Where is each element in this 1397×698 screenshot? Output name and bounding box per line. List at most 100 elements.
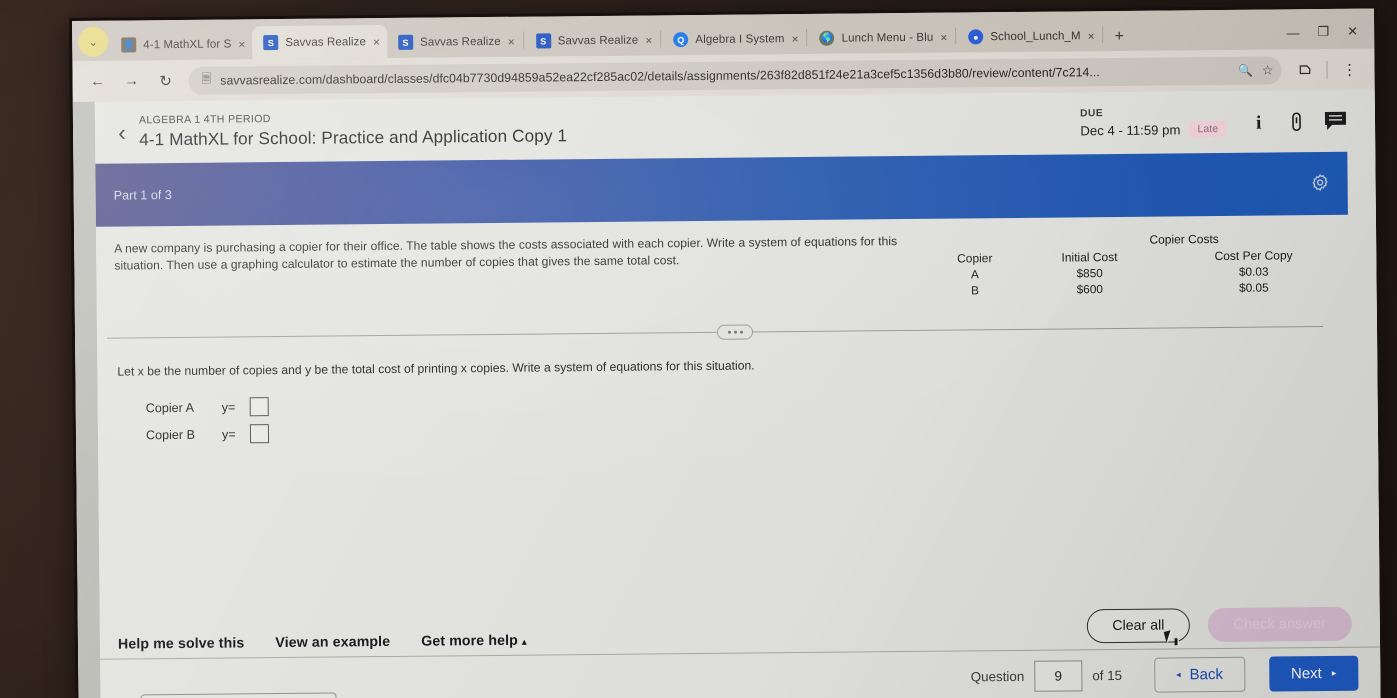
header-icons: i: [1252, 110, 1347, 132]
toolbar-divider: [1326, 60, 1328, 79]
extensions-icon[interactable]: [1287, 55, 1321, 85]
table-row: B $600 $0.05: [930, 279, 1349, 299]
bottom-partial-element: [140, 692, 337, 698]
close-icon[interactable]: ×: [645, 33, 652, 47]
table-cell: $600: [1076, 282, 1104, 297]
maximize-icon[interactable]: ❐: [1318, 24, 1330, 40]
answer-equals: y=: [221, 426, 236, 442]
tab-divider: [806, 28, 808, 46]
browser-tab-3[interactable]: S Savvas Realize ×: [525, 24, 660, 56]
part-banner: Part 1 of 3: [95, 151, 1348, 227]
help-me-solve-this-link[interactable]: Help me solve this: [118, 635, 245, 652]
assignment-app: ‹ ALGEBRA 1 4TH PERIOD 4-1 MathXL for Sc…: [94, 89, 1381, 698]
get-more-help-link[interactable]: Get more help ▴: [421, 633, 527, 650]
close-window-icon[interactable]: ✕: [1347, 24, 1358, 40]
savvas-icon: S: [397, 34, 414, 50]
question-navigation-bar: Question 9 of 15 ◂ Back Next ▸: [100, 646, 1381, 698]
answer-input-copier-a[interactable]: [249, 397, 269, 417]
status-badge: Late: [1189, 120, 1227, 138]
table-cell: $850: [1076, 266, 1103, 281]
browser-tab-4[interactable]: Q Algebra I System ×: [662, 23, 805, 55]
part-label: Part 1 of 3: [113, 187, 172, 203]
question-number-input[interactable]: 9: [1034, 660, 1083, 692]
back-button-label: Back: [1189, 665, 1224, 684]
chevron-up-icon: ▴: [521, 636, 527, 647]
browser-menu-icon[interactable]: ⋮: [1332, 54, 1366, 84]
minimize-icon[interactable]: —: [1287, 25, 1300, 40]
mathxl-icon: 👤: [121, 37, 137, 53]
tab-divider: [1102, 26, 1104, 44]
bookmark-star-icon[interactable]: ☆: [1262, 62, 1274, 78]
answer-fields: Copier A y= Copier B y=: [146, 387, 1350, 445]
address-bar-url: savvasrealize.com/dashboard/classes/dfc0…: [220, 64, 1100, 88]
browser-tab-6[interactable]: ● School_Lunch_M ×: [957, 20, 1102, 52]
back-chevron-icon[interactable]: ‹: [105, 119, 139, 146]
dot-icon: [727, 330, 731, 334]
address-bar[interactable]: 🗏 savvasrealize.com/dashboard/classes/df…: [188, 55, 1282, 95]
attachment-icon[interactable]: [1289, 111, 1304, 132]
question-total-label: of 15: [1092, 667, 1123, 684]
question-nav: Question 9 of 15 ◂ Back Next ▸: [970, 655, 1359, 695]
browser-tab-label: Savvas Realize: [557, 34, 639, 47]
search-icon[interactable]: 🔍: [1238, 63, 1253, 77]
tab-search-button[interactable]: ⌄: [78, 26, 109, 57]
answer-buttons: Clear all Check answer: [1087, 606, 1353, 644]
answer-row-copier-b: Copier B y=: [146, 414, 1350, 445]
table-cell: $0.03: [1238, 264, 1269, 279]
toolbar-right: ⋮: [1287, 54, 1366, 85]
divider-line: [107, 326, 1323, 339]
due-block: DUE Dec 4 - 11:59 pm Late: [1080, 107, 1227, 138]
question-body: A new company is purchasing a copier for…: [96, 214, 1378, 444]
question-prompt: A new company is purchasing a copier for…: [114, 234, 898, 273]
reload-icon[interactable]: ↻: [148, 65, 182, 95]
tab-divider: [660, 30, 662, 48]
browser-tab-label: Algebra I System: [695, 32, 785, 46]
page-info-icon[interactable]: 🗏: [201, 70, 211, 91]
table-header-initial-cost: Initial Cost: [1061, 249, 1118, 265]
footer-spacer: [100, 677, 970, 698]
browser-tab-2[interactable]: S Savvas Realize ×: [387, 26, 522, 58]
next-button-label: Next: [1290, 665, 1322, 683]
drive-icon: ●: [968, 29, 984, 45]
table-header-cost-per-copy: Cost Per Copy: [1214, 248, 1293, 264]
due-label: DUE: [1080, 108, 1104, 120]
browser-tab-label: Savvas Realize: [285, 35, 367, 49]
browser-tab-label: Lunch Menu - Blu: [841, 31, 934, 45]
browser-tab-0[interactable]: 👤 4-1 MathXL for S ×: [110, 28, 252, 60]
get-more-help-label: Get more help: [421, 632, 518, 650]
collapse-handle[interactable]: [716, 324, 754, 340]
triangle-right-icon: ▸: [1331, 667, 1337, 678]
view-an-example-link[interactable]: View an example: [275, 634, 390, 651]
close-icon[interactable]: ×: [791, 32, 798, 46]
table-header-copier: Copier: [957, 251, 993, 266]
comment-icon[interactable]: [1324, 111, 1347, 131]
back-button[interactable]: ◂ Back: [1153, 656, 1246, 693]
gear-icon[interactable]: [1311, 172, 1330, 194]
table-cell: A: [970, 267, 979, 282]
actions-row: Help me solve this View an example Get m…: [100, 606, 1353, 653]
browser-tab-5[interactable]: 🌎 Lunch Menu - Blu ×: [808, 22, 954, 54]
close-icon[interactable]: ×: [940, 30, 947, 44]
copier-costs-table: Copier Costs Copier Initial Cost Cost Pe…: [929, 229, 1349, 299]
browser-tab-label: 4-1 MathXL for S: [143, 37, 232, 51]
window-controls: — ❐ ✕: [1277, 24, 1375, 50]
forward-icon[interactable]: →: [114, 66, 148, 96]
check-answer-button[interactable]: Check answer: [1207, 606, 1353, 643]
close-icon[interactable]: ×: [373, 35, 380, 49]
info-icon[interactable]: i: [1252, 111, 1269, 132]
close-icon[interactable]: ×: [508, 34, 515, 48]
next-button[interactable]: Next ▸: [1268, 655, 1359, 692]
browser-tab-1[interactable]: S Savvas Realize ×: [252, 24, 388, 60]
back-icon[interactable]: ←: [80, 66, 114, 96]
savvas-icon: S: [535, 33, 551, 49]
close-icon[interactable]: ×: [238, 37, 245, 51]
browser-tab-label: School_Lunch_M: [990, 29, 1081, 43]
close-icon[interactable]: ×: [1088, 29, 1095, 43]
table-cell: $0.05: [1239, 280, 1269, 295]
answer-input-copier-b[interactable]: [249, 424, 269, 444]
answer-row-copier-a: Copier A y=: [146, 387, 1350, 418]
google-search-icon: Q: [673, 32, 689, 48]
answer-equals: y=: [221, 399, 236, 415]
new-tab-button[interactable]: +: [1105, 28, 1135, 51]
table-cell: B: [971, 283, 980, 298]
